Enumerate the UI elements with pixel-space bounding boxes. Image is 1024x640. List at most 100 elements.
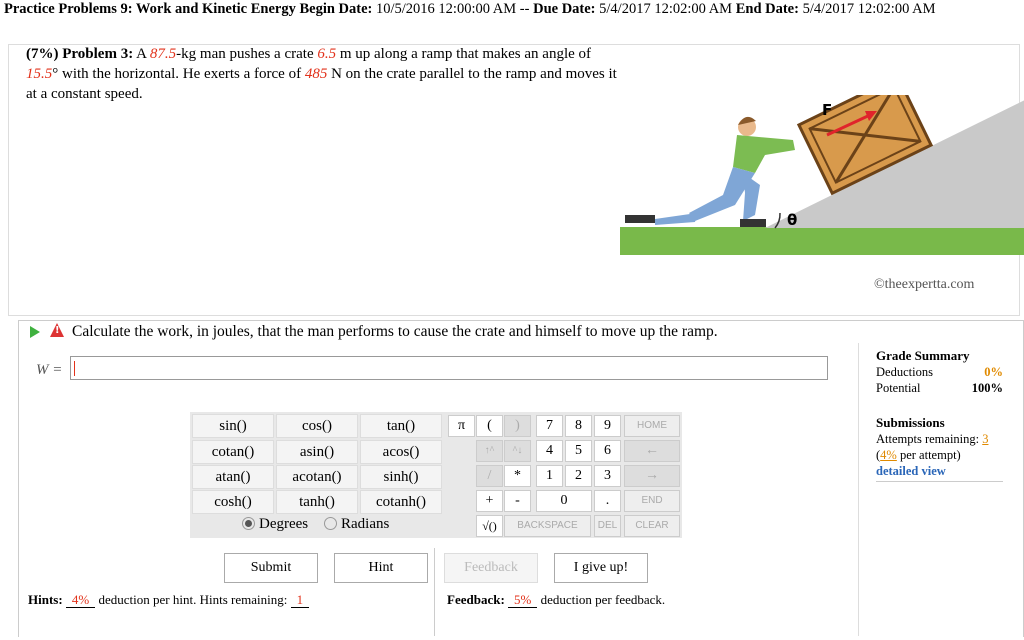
feedback-text: deduction per feedback. — [540, 592, 666, 607]
sinh-button[interactable]: sinh() — [360, 465, 442, 489]
force-value: 485 — [304, 66, 328, 82]
key-6[interactable]: 6 — [594, 440, 621, 462]
acos-button[interactable]: acos() — [360, 440, 442, 464]
problem-text-1: A — [136, 46, 147, 62]
asin-button[interactable]: asin() — [276, 440, 358, 464]
attempts-value: 3 — [982, 432, 989, 446]
answer-var-label: W = — [36, 362, 63, 378]
home-button[interactable]: HOME — [624, 415, 680, 437]
radians-radio-dot[interactable] — [324, 517, 337, 531]
cos-button[interactable]: cos() — [276, 414, 358, 438]
problem-text-2: -kg man pushes a crate — [176, 46, 314, 62]
give-up-button[interactable]: I give up! — [554, 553, 648, 583]
degrees-radio[interactable]: Degrees — [242, 516, 308, 533]
hint-deduction: 4% — [65, 592, 96, 608]
superscript-down-button[interactable]: ^↓ — [504, 440, 531, 462]
problem-statement: (7%) Problem 3: A 87.5-kg man pushes a c… — [26, 44, 626, 104]
submit-button[interactable]: Submit — [224, 553, 318, 583]
divide-button[interactable]: / — [476, 465, 503, 487]
feedback-label: Feedback: — [447, 592, 505, 607]
delete-button[interactable]: DEL — [594, 515, 621, 537]
atan-button[interactable]: atan() — [192, 465, 274, 489]
cotanh-button[interactable]: cotanh() — [360, 490, 442, 514]
key-5[interactable]: 5 — [565, 440, 592, 462]
end-button[interactable]: END — [624, 490, 680, 512]
sin-button[interactable]: sin() — [192, 414, 274, 438]
assignment-title: Practice Problems 9: Work and Kinetic En… — [4, 1, 296, 17]
multiply-button[interactable]: * — [504, 465, 531, 487]
hints-label: Hints: — [28, 592, 63, 607]
submissions-box: Submissions Attempts remaining: 3 (4% pe… — [876, 415, 1003, 482]
backspace-button[interactable]: BACKSPACE — [504, 515, 591, 537]
degrees-radio-dot[interactable] — [242, 517, 255, 531]
distance-value: 6.5 — [317, 46, 337, 62]
minus-button[interactable]: - — [504, 490, 531, 512]
tan-button[interactable]: tan() — [360, 414, 442, 438]
key-8[interactable]: 8 — [565, 415, 592, 437]
key-2[interactable]: 2 — [565, 465, 592, 487]
feedback-button[interactable]: Feedback — [444, 553, 538, 583]
superscript-up-button[interactable]: ↑^ — [476, 440, 503, 462]
deductions-label: Deductions — [876, 365, 933, 379]
plus-button[interactable]: + — [476, 490, 503, 512]
hints-text: deduction per hint. Hints remaining: — [98, 592, 288, 607]
problem-number: (7%) Problem 3: — [26, 46, 134, 62]
due-date: 5/4/2017 12:02:00 AM — [599, 1, 733, 17]
angle-value: 15.5 — [26, 66, 53, 82]
hints-info: Hints: 4% deduction per hint. Hints rema… — [28, 592, 310, 608]
key-0[interactable]: 0 — [536, 490, 592, 512]
attempts-label: Attempts remaining: — [876, 432, 980, 446]
key-4[interactable]: 4 — [536, 440, 563, 462]
cotan-button[interactable]: cotan() — [192, 440, 274, 464]
end-date: 5/4/2017 12:02:00 AM — [802, 1, 936, 17]
key-7[interactable]: 7 — [536, 415, 563, 437]
key-1[interactable]: 1 — [536, 465, 563, 487]
warning-icon: ! — [50, 323, 64, 337]
sqrt-button[interactable]: √() — [476, 515, 503, 537]
angle-label: θ — [787, 211, 797, 229]
acotan-button[interactable]: acotan() — [276, 465, 358, 489]
problem-text-3: m up along a ramp that makes an angle of — [339, 46, 592, 62]
ground — [620, 227, 1024, 255]
radians-label: Radians — [341, 516, 390, 532]
clear-button[interactable]: CLEAR — [624, 515, 680, 537]
cosh-button[interactable]: cosh() — [192, 490, 274, 514]
hint-button[interactable]: Hint — [334, 553, 428, 583]
force-label: F — [822, 101, 832, 119]
tanh-button[interactable]: tanh() — [276, 490, 358, 514]
man — [625, 116, 795, 227]
degrees-label: Degrees — [259, 516, 309, 532]
decimal-button[interactable]: . — [594, 490, 621, 512]
begin-label: Begin Date: — [299, 1, 373, 17]
divider — [434, 548, 435, 636]
grade-summary-title: Grade Summary — [876, 348, 970, 363]
potential-label: Potential — [876, 381, 921, 395]
left-paren-button[interactable]: ( — [476, 415, 503, 437]
question-text: Calculate the work, in joules, that the … — [72, 323, 718, 340]
hints-remaining: 1 — [290, 592, 310, 608]
mass-value: 87.5 — [149, 46, 177, 62]
key-9[interactable]: 9 — [594, 415, 621, 437]
feedback-deduction: 5% — [508, 592, 538, 608]
per-attempt-value: 4% — [880, 448, 897, 462]
submissions-title: Submissions — [876, 415, 945, 430]
ramp-illustration: θ F — [620, 95, 1024, 255]
detailed-view-link[interactable]: detailed view — [876, 464, 946, 478]
copyright: ©theexpertta.com — [874, 277, 975, 292]
answer-input[interactable] — [70, 356, 828, 380]
key-3[interactable]: 3 — [594, 465, 621, 487]
header-sep: -- — [519, 1, 530, 17]
potential-value: 100% — [971, 381, 1003, 395]
due-label: Due Date: — [533, 1, 596, 17]
right-paren-button[interactable]: ) — [504, 415, 531, 437]
grade-summary: Grade Summary Deductions 0% Potential 100% — [876, 348, 1003, 396]
cursor-left-button[interactable]: ← — [624, 440, 680, 462]
problem-text-4: ° with the horizontal. He exerts a force… — [52, 66, 302, 82]
end-label: End Date: — [735, 1, 799, 17]
pi-button[interactable]: π — [448, 415, 475, 437]
cursor-right-button[interactable]: → — [624, 465, 680, 487]
radians-radio[interactable]: Radians — [324, 516, 389, 533]
per-attempt-text: per attempt) — [899, 448, 961, 462]
play-icon[interactable] — [30, 326, 40, 338]
feedback-info: Feedback: 5% deduction per feedback. — [447, 592, 665, 608]
